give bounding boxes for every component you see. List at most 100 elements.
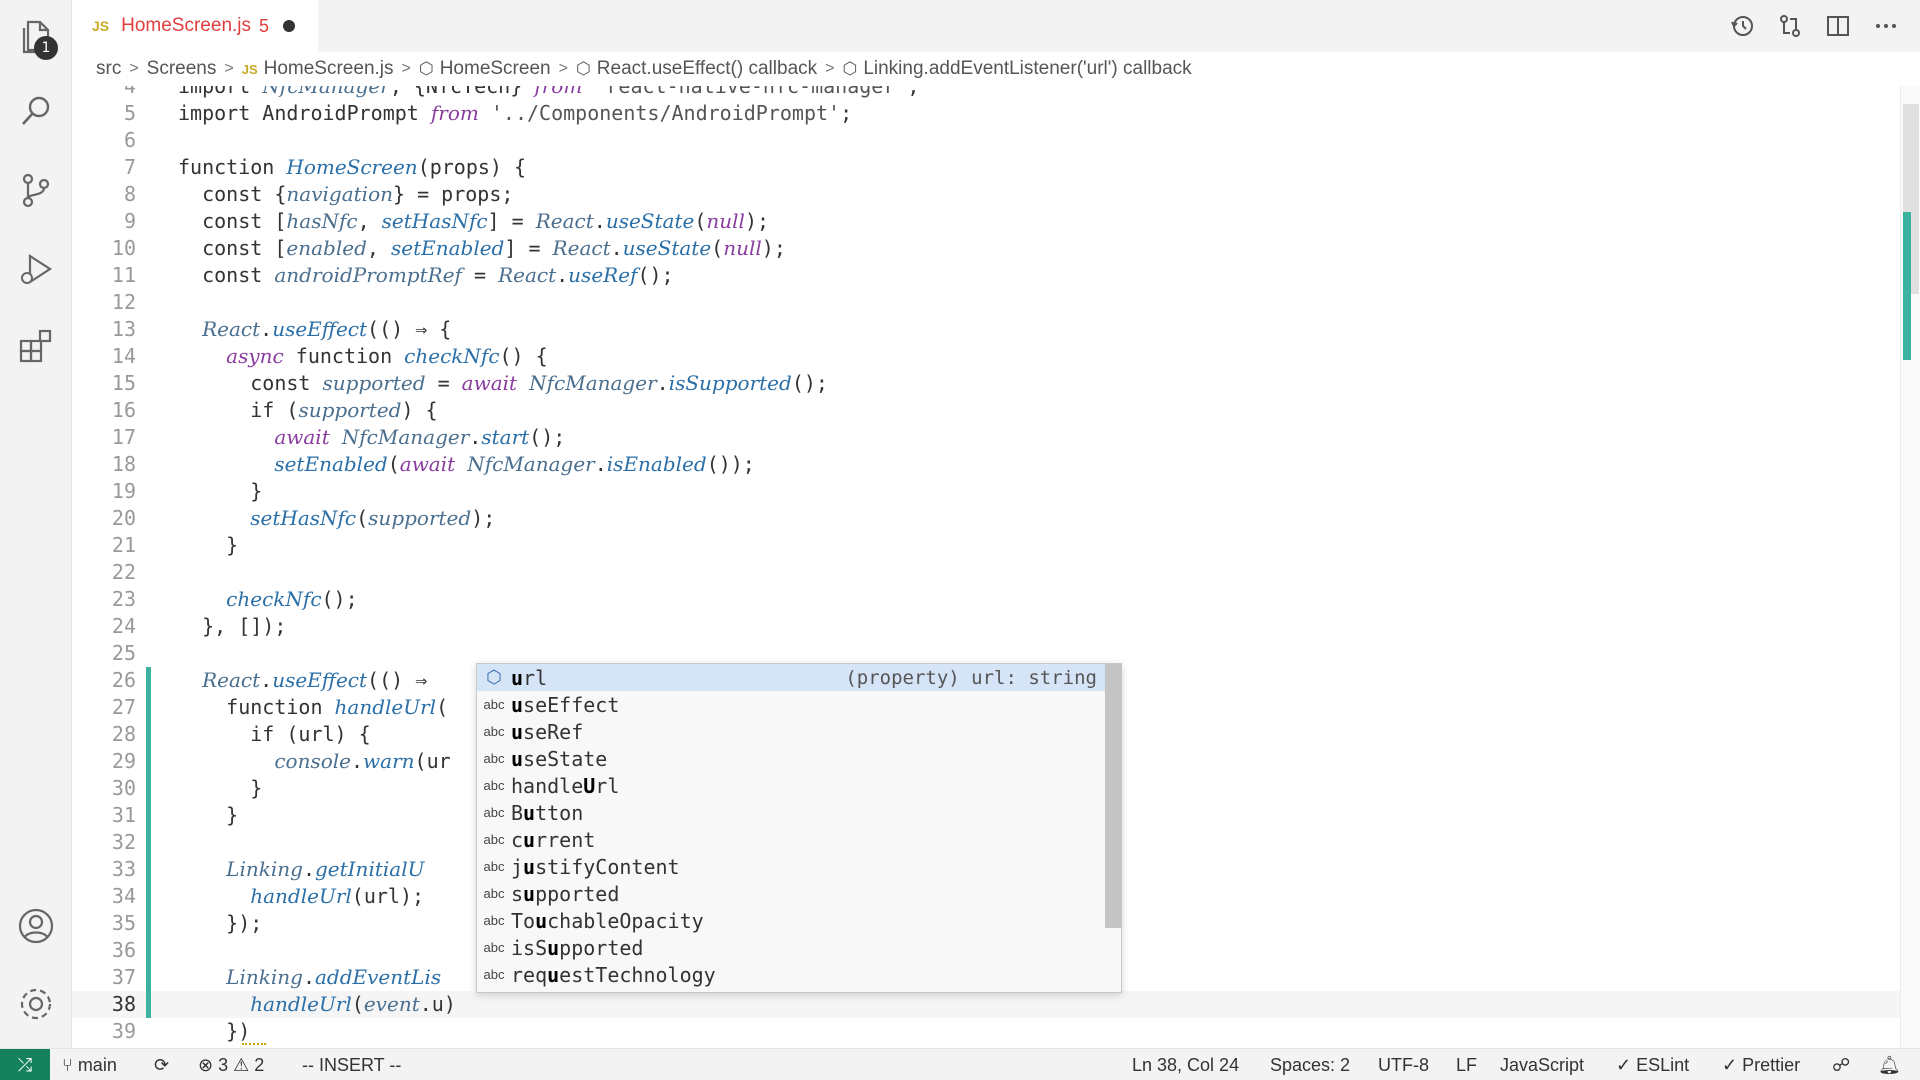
property-cube-icon: ⬡ xyxy=(486,667,502,687)
autocomplete-suggest-widget[interactable]: abc requestTechnology abc isSupported abc Tou… xyxy=(476,663,1122,993)
code-line[interactable]: 17 await NfcManager.start(); xyxy=(72,424,1900,451)
more-actions-icon[interactable] xyxy=(1872,12,1900,40)
line-number: 23 xyxy=(111,587,136,611)
breadcrumb-item[interactable]: Linking.addEventListener('url') callback xyxy=(863,58,1191,80)
code-line[interactable]: 21 } xyxy=(72,532,1900,559)
code-line[interactable]: 11 const androidPromptRef = React.useRef… xyxy=(72,262,1900,289)
code-line[interactable]: 18 setEnabled(await NfcManager.isEnabled… xyxy=(72,451,1900,478)
eslint-status[interactable]: ✓ ESLint xyxy=(1616,1049,1689,1080)
tab-homescreen[interactable]: JS HomeScreen.js 5 xyxy=(72,0,318,52)
breadcrumb-item[interactable]: HomeScreen.js xyxy=(264,58,394,80)
timeline-icon[interactable] xyxy=(1728,12,1756,40)
code-text: React.useEffect(() ⇒ { xyxy=(202,317,452,341)
notifications-bell-icon[interactable]: 🔔︎ xyxy=(1878,1049,1901,1080)
code-line[interactable]: 8 const {navigation} = props; xyxy=(72,181,1900,208)
code-line[interactable]: 14 async function checkNfc() { xyxy=(72,343,1900,370)
breadcrumb-item[interactable]: Screens xyxy=(147,58,217,80)
code-line[interactable]: 4 import NfcManager, {NfcTech} from 'reac… xyxy=(72,86,1900,100)
code-text: handleUrl(event.u) xyxy=(250,992,456,1016)
line-number: 12 xyxy=(111,290,136,314)
branch-status[interactable]: ⑂ main xyxy=(62,1049,117,1080)
suggestion-item[interactable]: abc Button xyxy=(477,799,1107,826)
language-mode[interactable]: JavaScript xyxy=(1500,1049,1584,1080)
code-line[interactable]: 12 xyxy=(72,289,1900,316)
suggestion-item[interactable]: abc TouchableOpacity xyxy=(477,907,1107,934)
search-icon[interactable] xyxy=(16,92,56,132)
run-debug-icon[interactable] xyxy=(16,248,56,288)
suggestion-item[interactable]: abc requestTechnology xyxy=(477,961,1107,988)
line-number: 17 xyxy=(111,425,136,449)
suggestion-item[interactable]: abc useRef xyxy=(477,718,1107,745)
code-line[interactable]: 23 checkNfc(); xyxy=(72,586,1900,613)
branch-name: main xyxy=(77,1055,117,1075)
code-line[interactable]: 19 } xyxy=(72,478,1900,505)
code-text: Linking.addEventLis xyxy=(226,965,442,989)
sync-icon[interactable]: ⟳ xyxy=(154,1049,169,1080)
line-number: 31 xyxy=(111,803,136,827)
suggestion-item[interactable]: abc current xyxy=(477,826,1107,853)
suggestion-item[interactable]: abc supported xyxy=(477,880,1107,907)
chevron-right-icon: > xyxy=(129,60,139,77)
text-word-icon: abc xyxy=(483,724,505,739)
indentation[interactable]: Spaces: 2 xyxy=(1270,1049,1350,1080)
suggest-scrollbar[interactable] xyxy=(1105,664,1121,928)
breadcrumb: src > Screens > JS HomeScreen.js > ⬡ Hom… xyxy=(72,52,1920,86)
code-line[interactable]: 10 const [enabled, setEnabled] = React.u… xyxy=(72,235,1900,262)
line-number: 36 xyxy=(111,938,136,962)
code-line[interactable]: 6 xyxy=(72,127,1900,154)
end-of-line[interactable]: LF xyxy=(1456,1049,1477,1080)
code-line[interactable]: 22 xyxy=(72,559,1900,586)
suggestion-label: supported xyxy=(511,881,620,906)
prettier-status[interactable]: ✓ Prettier xyxy=(1722,1049,1800,1080)
code-line[interactable]: 15 const supported = await NfcManager.is… xyxy=(72,370,1900,397)
suggestion-item[interactable]: ⬡ url (property) url: string xyxy=(477,664,1107,691)
breadcrumb-item[interactable]: src xyxy=(96,58,121,80)
split-editor-icon[interactable] xyxy=(1824,12,1852,40)
symbol-cube-icon: ⬡ xyxy=(842,59,858,78)
code-line[interactable]: 39 }) xyxy=(72,1018,1900,1045)
remote-indicator-icon[interactable]: ⤮ xyxy=(0,1049,50,1080)
text-word-icon: abc xyxy=(483,940,505,955)
source-control-icon[interactable] xyxy=(16,170,56,210)
code-line[interactable]: 16 if (supported) { xyxy=(72,397,1900,424)
explorer-badge: 1 xyxy=(34,36,58,60)
line-number: 6 xyxy=(123,128,136,152)
settings-gear-icon[interactable] xyxy=(16,984,56,1024)
suggestion-item[interactable]: abc justifyContent xyxy=(477,853,1107,880)
code-line[interactable]: 7 function HomeScreen(props) { xyxy=(72,154,1900,181)
suggestion-label: handleUrl xyxy=(511,773,620,798)
encoding[interactable]: UTF-8 xyxy=(1378,1049,1429,1080)
code-line[interactable]: 9 const [hasNfc, setHasNfc] = React.useS… xyxy=(72,208,1900,235)
extensions-icon[interactable] xyxy=(16,326,56,366)
line-number: 39 xyxy=(111,1019,136,1043)
suggestion-item[interactable]: abc useEffect xyxy=(477,691,1107,718)
cursor-position[interactable]: Ln 38, Col 24 xyxy=(1132,1049,1239,1080)
line-number: 7 xyxy=(123,155,136,179)
code-line[interactable]: 20 setHasNfc(supported); xyxy=(72,505,1900,532)
suggestion-label: useState xyxy=(511,746,608,771)
feedback-icon[interactable]: ☍ xyxy=(1832,1049,1850,1080)
unsaved-dot-icon[interactable] xyxy=(283,20,296,32)
account-icon[interactable] xyxy=(16,906,56,946)
line-number: 9 xyxy=(123,209,136,233)
suggestion-item[interactable]: abc handleUrl xyxy=(477,772,1107,799)
breadcrumb-item[interactable]: React.useEffect() callback xyxy=(597,58,817,80)
editor-scrollbar[interactable] xyxy=(1900,86,1920,1048)
suggestion-label: useEffect xyxy=(511,692,620,717)
code-line[interactable]: 38 handleUrl(event.u) xyxy=(72,991,1900,1018)
line-number: 30 xyxy=(111,776,136,800)
line-number: 29 xyxy=(111,749,136,773)
compare-changes-icon[interactable] xyxy=(1776,12,1804,40)
problems-status[interactable]: ⊗ 3 ⚠ 2 xyxy=(198,1049,264,1080)
suggestion-item[interactable]: abc useState xyxy=(477,745,1107,772)
breadcrumb-item[interactable]: HomeScreen xyxy=(440,58,551,80)
suggestion-label: Button xyxy=(511,800,584,825)
suggestion-item[interactable]: abc isSupported xyxy=(477,934,1107,961)
line-number: 4 xyxy=(123,86,136,98)
line-number: 24 xyxy=(111,614,136,638)
code-text: const supported = await NfcManager.isSup… xyxy=(250,371,828,395)
code-line[interactable]: 24 }, []); xyxy=(72,613,1900,640)
code-line[interactable]: 5 import AndroidPrompt from '../Component… xyxy=(72,100,1900,127)
code-line[interactable]: 13 React.useEffect(() ⇒ { xyxy=(72,316,1900,343)
js-file-icon: JS xyxy=(241,61,258,77)
